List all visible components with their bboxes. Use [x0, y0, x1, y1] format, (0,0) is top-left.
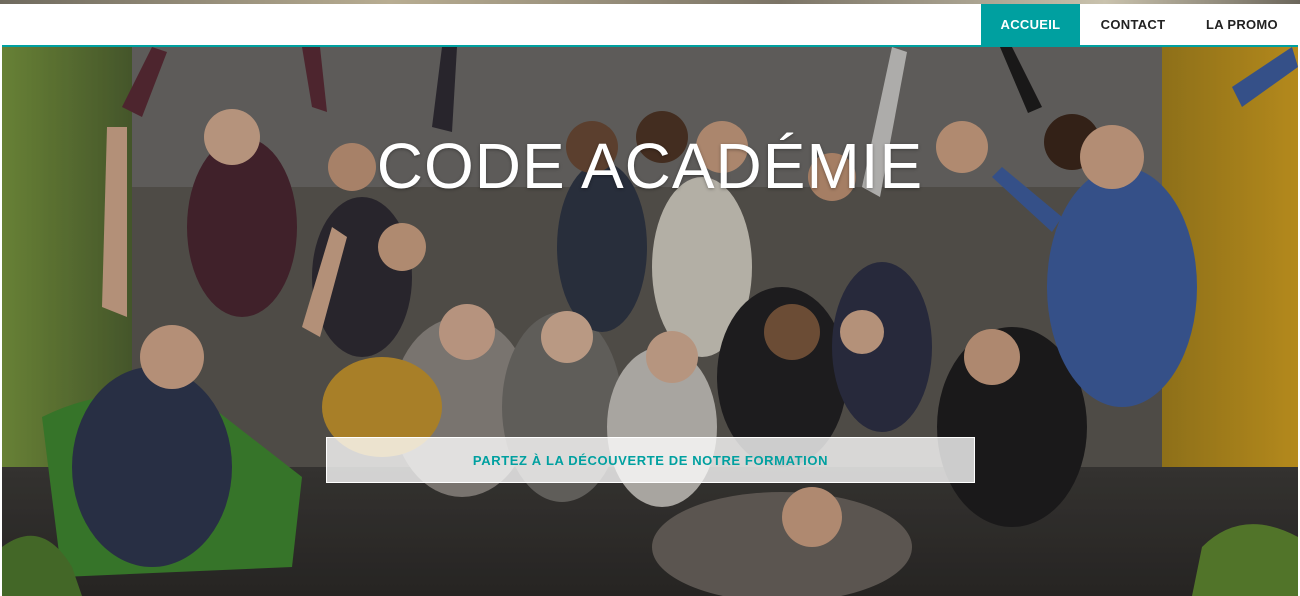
discover-formation-button[interactable]: PARTEZ À LA DÉCOUVERTE DE NOTRE FORMATIO…: [326, 437, 975, 483]
hero-section: CODE ACADÉMIE PARTEZ À LA DÉCOUVERTE DE …: [2, 47, 1298, 596]
hero-title: CODE ACADÉMIE: [376, 130, 924, 202]
nav-item-la-promo[interactable]: LA PROMO: [1186, 4, 1298, 45]
top-navbar: ACCUEIL CONTACT LA PROMO: [2, 4, 1298, 47]
navbar-empty-brand-area: [2, 4, 981, 45]
nav-item-contact[interactable]: CONTACT: [1080, 4, 1186, 45]
nav-item-accueil[interactable]: ACCUEIL: [981, 4, 1080, 45]
